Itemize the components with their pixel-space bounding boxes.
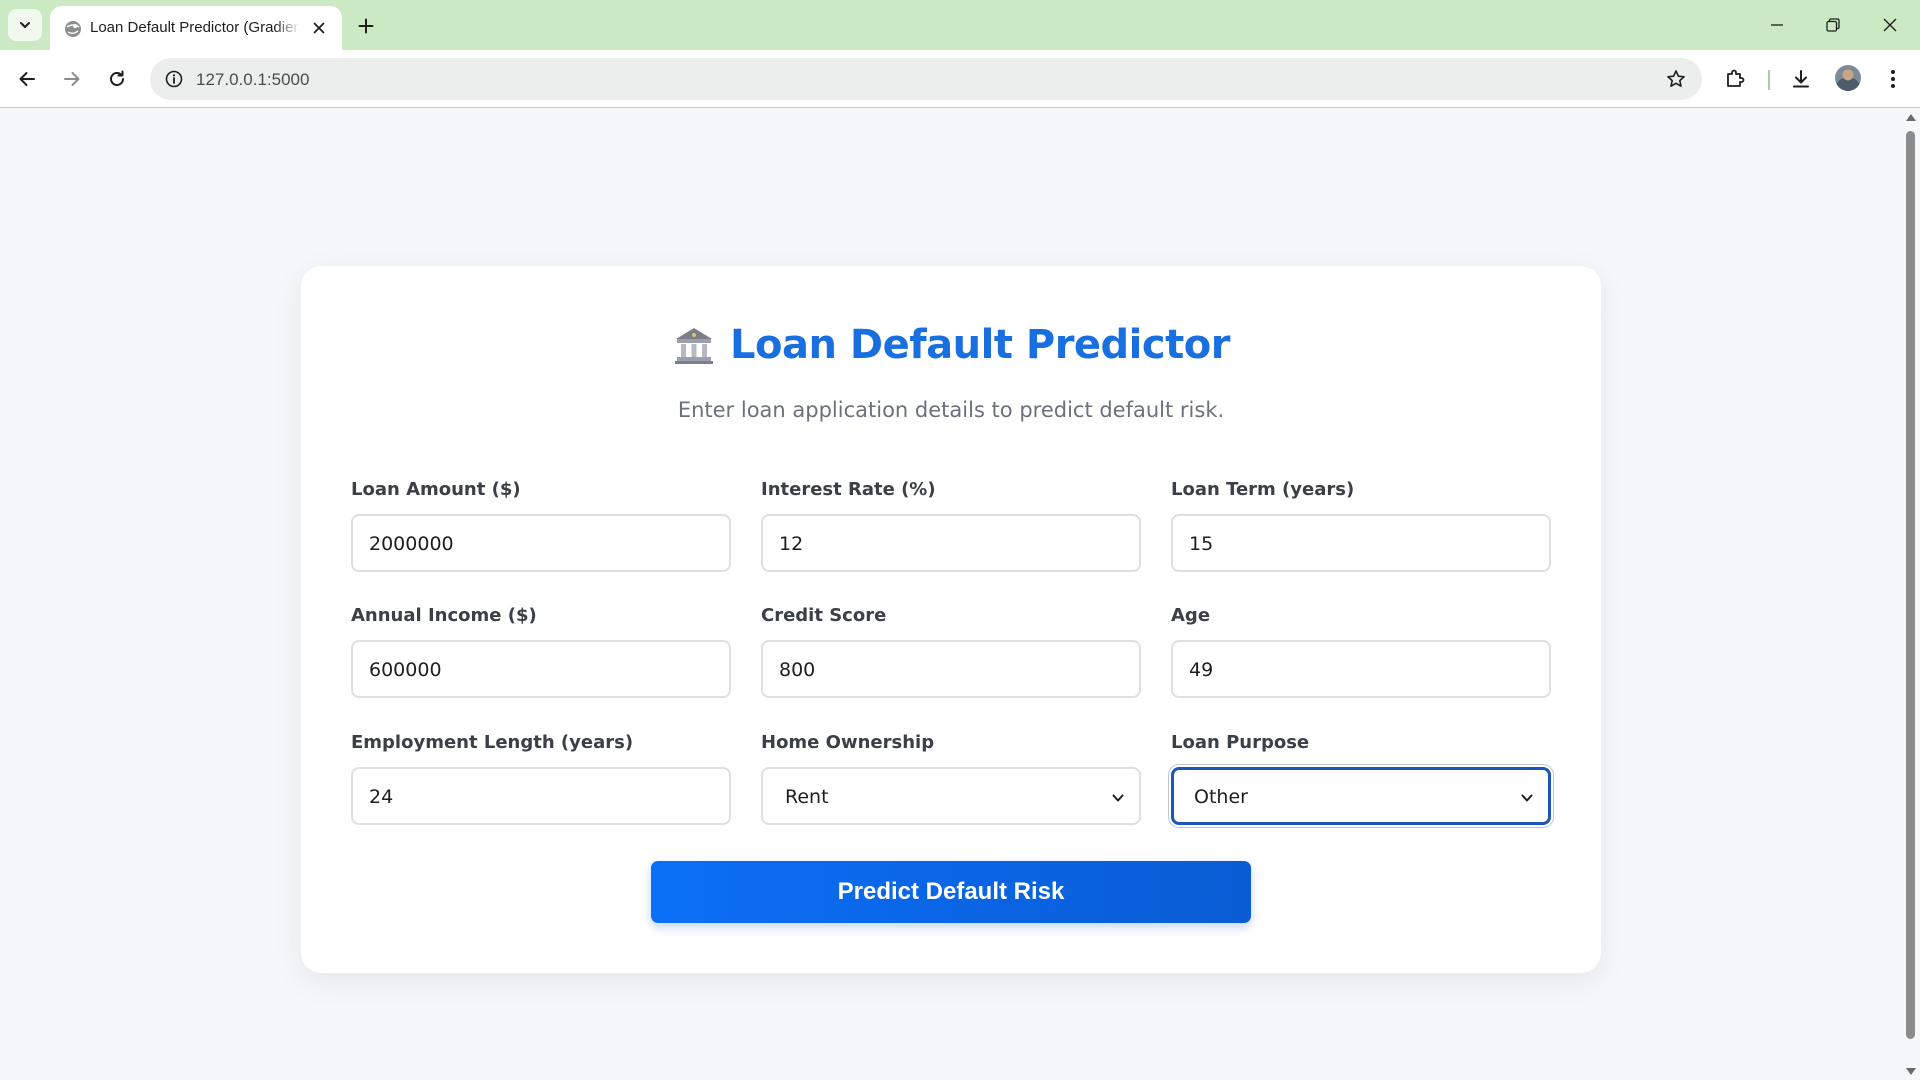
employment-length-group: Employment Length (years) 24 xyxy=(351,732,731,825)
site-info-button[interactable] xyxy=(162,67,186,91)
home-ownership-group: Home Ownership Rent xyxy=(761,732,1141,825)
page-title: Loan Default Predictor xyxy=(730,322,1230,368)
interest-rate-input[interactable]: 12 xyxy=(761,514,1141,572)
back-arrow-icon xyxy=(19,72,35,86)
annual-income-input[interactable]: 600000 xyxy=(351,640,731,698)
employment-length-label: Employment Length (years) xyxy=(351,732,634,753)
globe-icon xyxy=(65,21,81,37)
restore-icon xyxy=(1826,18,1840,32)
scroll-down-arrow-icon[interactable] xyxy=(1906,1068,1916,1075)
loan-amount-label: Loan Amount ($) xyxy=(351,479,521,500)
scrollbar-thumb[interactable] xyxy=(1906,131,1915,1039)
browser-menu-button[interactable] xyxy=(1878,64,1908,94)
browser-toolbar: 127.0.0.1:5000 xyxy=(0,50,1920,108)
interest-rate-group: Interest Rate (%) 12 xyxy=(761,479,1141,572)
minimize-icon xyxy=(1771,24,1783,26)
tab-title: Loan Default Predictor (Gradient Boostin… xyxy=(90,19,300,36)
url-text: 127.0.0.1:5000 xyxy=(196,70,310,89)
downloads-button[interactable] xyxy=(1786,64,1816,94)
home-ownership-label: Home Ownership xyxy=(761,732,935,753)
age-input[interactable]: 49 xyxy=(1171,640,1551,698)
predict-button[interactable]: Predict Default Risk xyxy=(651,861,1251,923)
credit-score-group: Credit Score 800 xyxy=(761,605,1141,698)
plus-icon xyxy=(358,18,374,34)
loan-term-value: 15 xyxy=(1189,533,1214,555)
download-icon xyxy=(1793,70,1809,88)
tab-search-button[interactable] xyxy=(8,9,42,41)
credit-score-value: 800 xyxy=(779,659,816,681)
browser-tab[interactable]: Loan Default Predictor (Gradient Boostin… xyxy=(50,6,342,50)
age-label: Age xyxy=(1171,605,1211,626)
forward-button[interactable] xyxy=(54,61,90,97)
interest-rate-value: 12 xyxy=(779,533,804,555)
loan-amount-input[interactable]: 2000000 xyxy=(351,514,731,572)
age-group: Age 49 xyxy=(1171,605,1551,698)
predict-button-label: Predict Default Risk xyxy=(837,878,1065,905)
loan-amount-value: 2000000 xyxy=(369,533,454,555)
minimize-button[interactable] xyxy=(1749,0,1805,50)
kebab-menu-icon xyxy=(1891,70,1895,88)
chevron-down-icon xyxy=(1112,794,1124,802)
toolbar-separator xyxy=(1768,70,1770,90)
bookmark-button[interactable] xyxy=(1664,67,1688,91)
back-button[interactable] xyxy=(9,61,45,97)
employment-length-input[interactable]: 24 xyxy=(351,767,731,825)
credit-score-input[interactable]: 800 xyxy=(761,640,1141,698)
age-value: 49 xyxy=(1189,659,1214,681)
loan-term-label: Loan Term (years) xyxy=(1171,479,1355,500)
browser-tab-strip: Loan Default Predictor (Gradient Boostin… xyxy=(0,0,1920,50)
home-ownership-select[interactable]: Rent xyxy=(761,767,1141,825)
bank-icon xyxy=(675,328,714,364)
star-icon xyxy=(1667,70,1685,87)
close-window-button[interactable] xyxy=(1862,0,1918,50)
page-scrollbar[interactable] xyxy=(1902,109,1920,1080)
page-subtitle: Enter loan application details to predic… xyxy=(677,398,1225,422)
loan-term-input[interactable]: 15 xyxy=(1171,514,1551,572)
avatar[interactable] xyxy=(1835,65,1861,91)
reload-button[interactable] xyxy=(99,61,135,97)
employment-length-value: 24 xyxy=(369,786,394,808)
loan-purpose-value: Other xyxy=(1194,786,1248,808)
close-icon xyxy=(1883,18,1897,32)
loan-purpose-select[interactable]: Other xyxy=(1171,767,1551,825)
loan-term-group: Loan Term (years) 15 xyxy=(1171,479,1551,572)
annual-income-label: Annual Income ($) xyxy=(351,605,537,626)
puzzle-icon xyxy=(1727,69,1745,87)
interest-rate-label: Interest Rate (%) xyxy=(761,479,936,500)
info-icon xyxy=(165,70,183,88)
annual-income-group: Annual Income ($) 600000 xyxy=(351,605,731,698)
predictor-card: Loan Default Predictor Enter loan applic… xyxy=(301,266,1601,973)
loan-purpose-group: Loan Purpose Other xyxy=(1171,732,1551,825)
credit-score-label: Credit Score xyxy=(761,605,887,626)
scroll-up-arrow-icon[interactable] xyxy=(1906,114,1916,121)
title-row: Loan Default Predictor xyxy=(301,322,1601,368)
chevron-down-icon xyxy=(20,22,30,28)
new-tab-button[interactable] xyxy=(352,12,380,40)
restore-button[interactable] xyxy=(1805,0,1861,50)
close-icon xyxy=(313,22,325,34)
extensions-button[interactable] xyxy=(1720,64,1750,94)
home-ownership-value: Rent xyxy=(785,786,829,808)
chevron-down-icon xyxy=(1521,794,1533,802)
loan-amount-group: Loan Amount ($) 2000000 xyxy=(351,479,731,572)
page-viewport: Loan Default Predictor Enter loan applic… xyxy=(0,109,1902,1080)
forward-arrow-icon xyxy=(64,72,80,86)
loan-purpose-label: Loan Purpose xyxy=(1171,732,1310,753)
address-bar[interactable]: 127.0.0.1:5000 xyxy=(150,58,1702,100)
tab-close-button[interactable] xyxy=(310,19,328,37)
annual-income-value: 600000 xyxy=(369,659,442,681)
reload-icon xyxy=(110,70,124,86)
